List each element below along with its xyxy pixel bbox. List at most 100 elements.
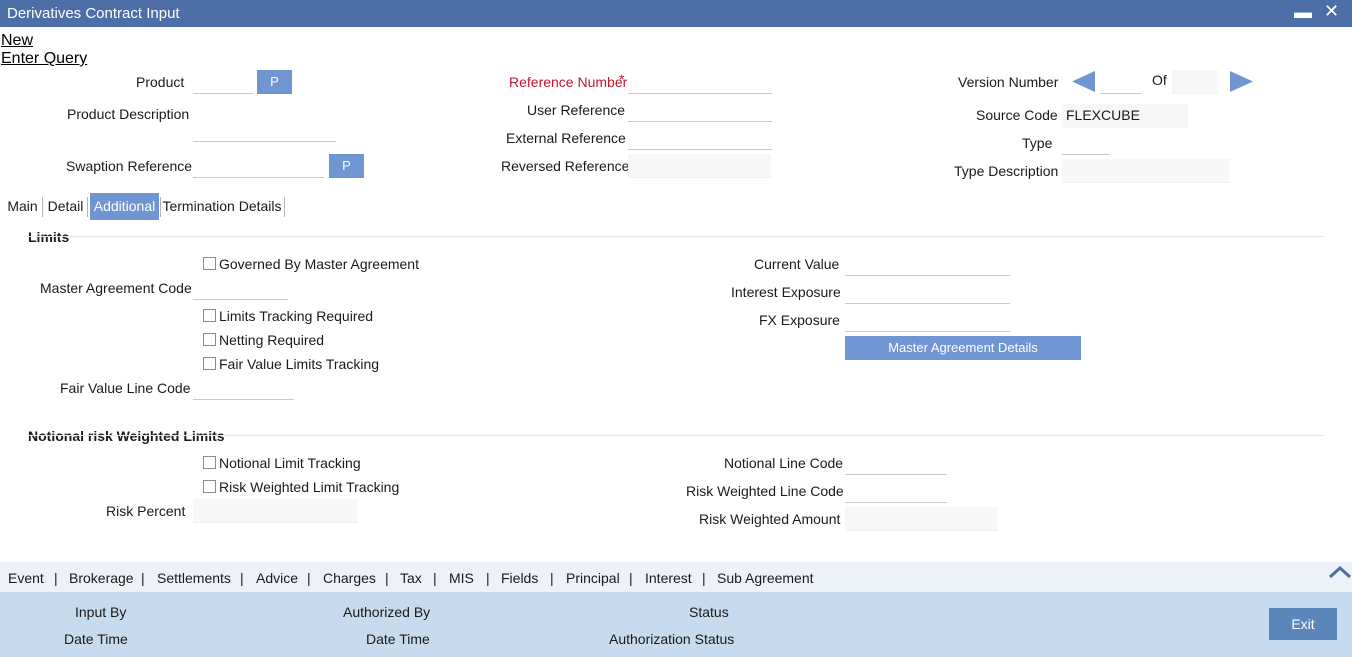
nav-advice[interactable]: Advice <box>256 570 298 586</box>
bottom-nav: Event | Brokerage | Settlements | Advice… <box>0 562 1352 592</box>
master-agreement-details-button[interactable]: Master Agreement Details <box>845 336 1081 360</box>
authorized-by-label: Authorized By <box>343 604 431 620</box>
limits-tracking-required-label: Limits Tracking Required <box>219 308 374 324</box>
external-reference-label: External Reference <box>506 130 626 146</box>
netting-required-label: Netting Required <box>219 332 325 348</box>
notional-line-code-field[interactable] <box>845 451 947 475</box>
nav-fields[interactable]: Fields <box>501 570 538 586</box>
triangle-right-icon[interactable] <box>1230 71 1254 92</box>
tab-divider <box>42 197 43 217</box>
reversed-reference-label: Reversed Reference <box>501 158 630 174</box>
chevron-up-icon[interactable] <box>1328 565 1352 579</box>
fx-exposure-label: FX Exposure <box>759 312 840 328</box>
type-field[interactable] <box>1062 131 1110 155</box>
close-icon[interactable]: ✕ <box>1324 1 1339 22</box>
netting-required-checkbox[interactable] <box>203 333 216 346</box>
master-agreement-code-field[interactable] <box>193 276 288 300</box>
product-lov-button[interactable]: P <box>257 70 292 94</box>
new-link[interactable]: New <box>1 32 33 50</box>
authorization-status-label: Authorization Status <box>609 631 735 647</box>
nav-separator: | <box>550 570 554 586</box>
master-agreement-code-label: Master Agreement Code <box>40 280 192 296</box>
nav-sub-agreement[interactable]: Sub Agreement <box>717 570 814 586</box>
current-value-label: Current Value <box>754 256 840 272</box>
nav-charges[interactable]: Charges <box>323 570 376 586</box>
tab-divider <box>284 197 285 217</box>
nav-settlements[interactable]: Settlements <box>157 570 231 586</box>
input-by-label: Input By <box>75 604 127 620</box>
nav-separator: | <box>54 570 58 586</box>
notional-limit-tracking-label: Notional Limit Tracking <box>219 455 361 471</box>
fair-value-limits-tracking-label: Fair Value Limits Tracking <box>219 356 380 372</box>
nav-mis[interactable]: MIS <box>449 570 474 586</box>
notional-limit-tracking-checkbox[interactable] <box>203 456 216 469</box>
reference-number-field[interactable] <box>628 70 772 94</box>
nav-brokerage[interactable]: Brokerage <box>69 570 134 586</box>
audit-footer <box>0 592 1352 657</box>
risk-weighted-amount-field <box>845 507 998 531</box>
fair-value-limits-tracking-checkbox[interactable] <box>203 357 216 370</box>
date-time-label: Date Time <box>64 631 128 647</box>
nav-interest[interactable]: Interest <box>645 570 692 586</box>
user-reference-label: User Reference <box>527 102 626 118</box>
tab-divider <box>87 197 88 217</box>
nav-separator: | <box>307 570 311 586</box>
section-divider <box>28 435 1324 436</box>
risk-weighted-limit-tracking-label: Risk Weighted Limit Tracking <box>219 479 400 495</box>
current-value-field[interactable] <box>845 252 1010 276</box>
swaption-lov-button[interactable]: P <box>329 154 364 178</box>
tab-additional[interactable]: Additional <box>90 193 159 220</box>
tab-main[interactable]: Main <box>3 193 42 220</box>
source-code-field: FLEXCUBE <box>1062 104 1188 128</box>
fair-value-line-code-label: Fair Value Line Code <box>60 380 191 396</box>
of-label: Of <box>1152 72 1167 88</box>
user-reference-field[interactable] <box>628 98 772 122</box>
external-reference-field[interactable] <box>628 126 772 150</box>
tab-termination-details[interactable]: Termination Details <box>161 193 283 220</box>
reversed-reference-field <box>628 154 771 178</box>
title-bar: Derivatives Contract Input ▬ ✕ <box>0 0 1352 27</box>
status-label: Status <box>689 604 729 620</box>
version-number-label: Version Number <box>958 74 1059 90</box>
nav-principal[interactable]: Principal <box>566 570 620 586</box>
nav-separator: | <box>629 570 633 586</box>
section-divider <box>28 236 1324 237</box>
nav-separator: | <box>141 570 145 586</box>
nav-separator: | <box>433 570 437 586</box>
type-description-label: Type Description <box>954 163 1059 179</box>
version-number-field[interactable] <box>1100 70 1141 94</box>
type-description-field <box>1062 159 1230 183</box>
governed-by-master-agreement-checkbox[interactable] <box>203 257 216 270</box>
required-marker: * <box>619 71 625 87</box>
swaption-reference-field[interactable] <box>193 154 324 178</box>
risk-percent-label: Risk Percent <box>106 503 186 519</box>
risk-weighted-line-code-label: Risk Weighted Line Code <box>686 483 844 499</box>
risk-weighted-limit-tracking-checkbox[interactable] <box>203 480 216 493</box>
fx-exposure-field[interactable] <box>845 308 1010 332</box>
nav-separator: | <box>702 570 706 586</box>
authorized-date-time-label: Date Time <box>366 631 430 647</box>
limits-tracking-required-checkbox[interactable] <box>203 309 216 322</box>
minimize-icon[interactable]: ▬ <box>1294 2 1312 23</box>
notional-line-code-label: Notional Line Code <box>724 455 844 471</box>
fair-value-line-code-field[interactable] <box>193 376 294 400</box>
product-description-label: Product Description <box>67 106 190 122</box>
risk-weighted-line-code-field[interactable] <box>845 479 947 503</box>
nav-separator: | <box>240 570 244 586</box>
risk-percent-field <box>193 499 358 523</box>
limits-section-title: Limits <box>28 229 70 245</box>
interest-exposure-field[interactable] <box>845 280 1010 304</box>
tab-detail[interactable]: Detail <box>44 193 87 220</box>
nav-tax[interactable]: Tax <box>400 570 422 586</box>
enter-query-link[interactable]: Enter Query <box>1 50 87 68</box>
type-label: Type <box>1022 135 1053 151</box>
nav-event[interactable]: Event <box>8 570 44 586</box>
nav-separator: | <box>385 570 389 586</box>
product-field[interactable] <box>193 70 253 94</box>
product-label: Product <box>136 74 185 90</box>
exit-button[interactable]: Exit <box>1269 608 1337 640</box>
triangle-left-icon[interactable] <box>1072 71 1096 92</box>
swaption-reference-label: Swaption Reference <box>66 158 193 174</box>
product-description-field[interactable] <box>193 118 336 142</box>
governed-by-master-agreement-label: Governed By Master Agreement <box>219 256 419 272</box>
